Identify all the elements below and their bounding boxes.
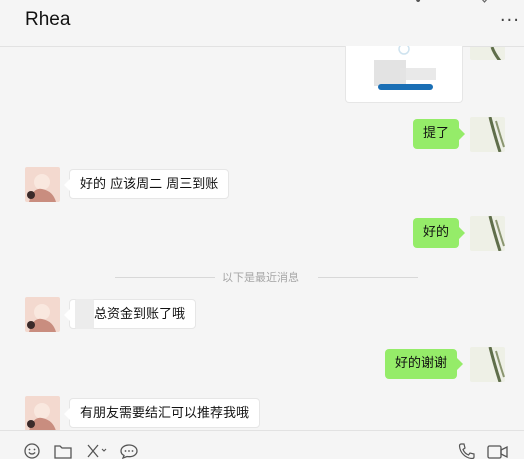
divider-line-right: [318, 277, 418, 278]
my-avatar[interactable]: [470, 347, 505, 382]
contact-avatar[interactable]: [25, 396, 60, 431]
incoming-message[interactable]: 好的 应该周二 周三到账: [63, 169, 230, 199]
header-caret-icon: [481, 0, 488, 3]
outgoing-message[interactable]: 好的: [413, 218, 466, 248]
image-message[interactable]: [345, 43, 463, 103]
divider-line-left: [115, 277, 215, 278]
outgoing-message[interactable]: 提了: [413, 119, 466, 149]
my-avatar[interactable]: [470, 216, 505, 251]
more-dots-icon[interactable]: ···: [500, 10, 520, 31]
chat-header: • Rhea ···: [0, 0, 524, 47]
my-avatar[interactable]: [470, 117, 505, 152]
outgoing-message[interactable]: 好的谢谢: [385, 349, 464, 379]
contact-avatar[interactable]: [25, 297, 60, 332]
my-avatar[interactable]: [470, 46, 505, 60]
contact-avatar[interactable]: [25, 167, 60, 202]
blurred-image-icon: [374, 43, 436, 90]
input-toolbar: [0, 430, 524, 459]
redaction-overlay: [75, 299, 94, 329]
recent-messages-divider: 以下是最近消息: [222, 271, 299, 284]
incoming-message[interactable]: 有朋友需要结汇可以推荐我哦: [63, 398, 261, 428]
contact-name[interactable]: Rhea: [25, 9, 70, 31]
header-dot-icon: •: [414, 0, 423, 9]
